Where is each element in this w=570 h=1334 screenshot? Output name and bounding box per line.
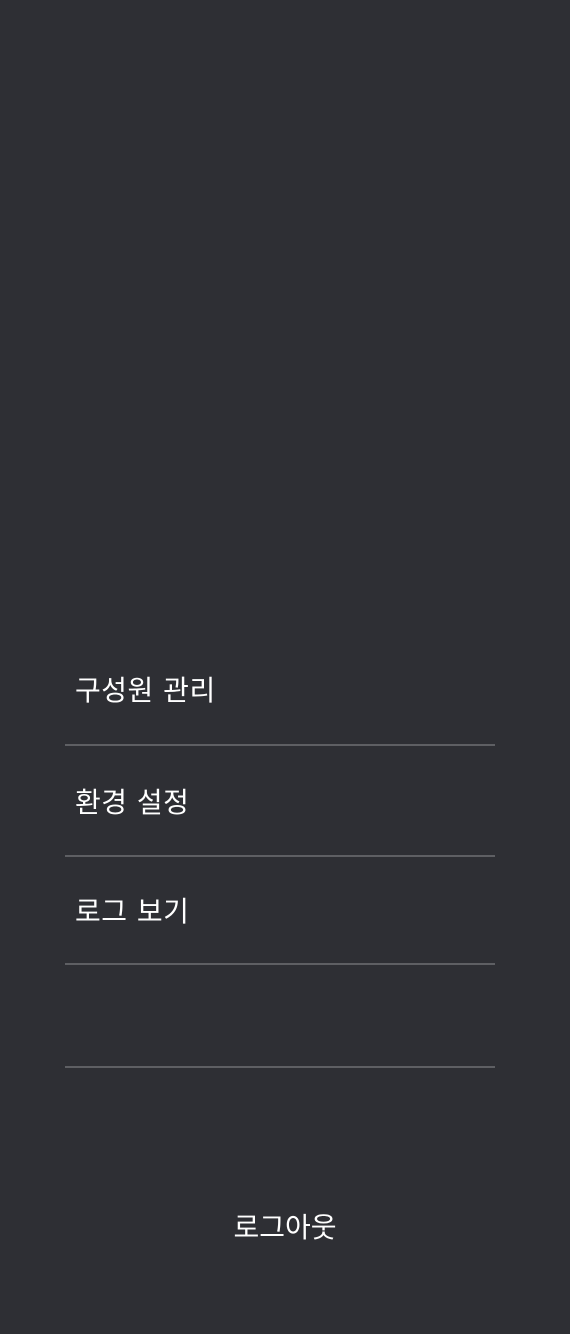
menu-item-settings[interactable]: 환경 설정 bbox=[65, 746, 495, 857]
menu-list: 구성원 관리 환경 설정 로그 보기 bbox=[65, 634, 495, 1068]
logout-button[interactable]: 로그아웃 bbox=[0, 1196, 570, 1256]
menu-item-label: 환경 설정 bbox=[75, 785, 190, 819]
logout-label: 로그아웃 bbox=[233, 1211, 337, 1244]
menu-item-view-logs[interactable]: 로그 보기 bbox=[65, 857, 495, 965]
side-menu-screen: 구성원 관리 환경 설정 로그 보기 로그아웃 bbox=[0, 0, 570, 1334]
menu-item-member-management[interactable]: 구성원 관리 bbox=[65, 634, 495, 746]
menu-item-empty bbox=[65, 965, 495, 1068]
menu-item-label: 구성원 관리 bbox=[75, 674, 216, 707]
menu-item-label: 로그 보기 bbox=[75, 895, 190, 928]
